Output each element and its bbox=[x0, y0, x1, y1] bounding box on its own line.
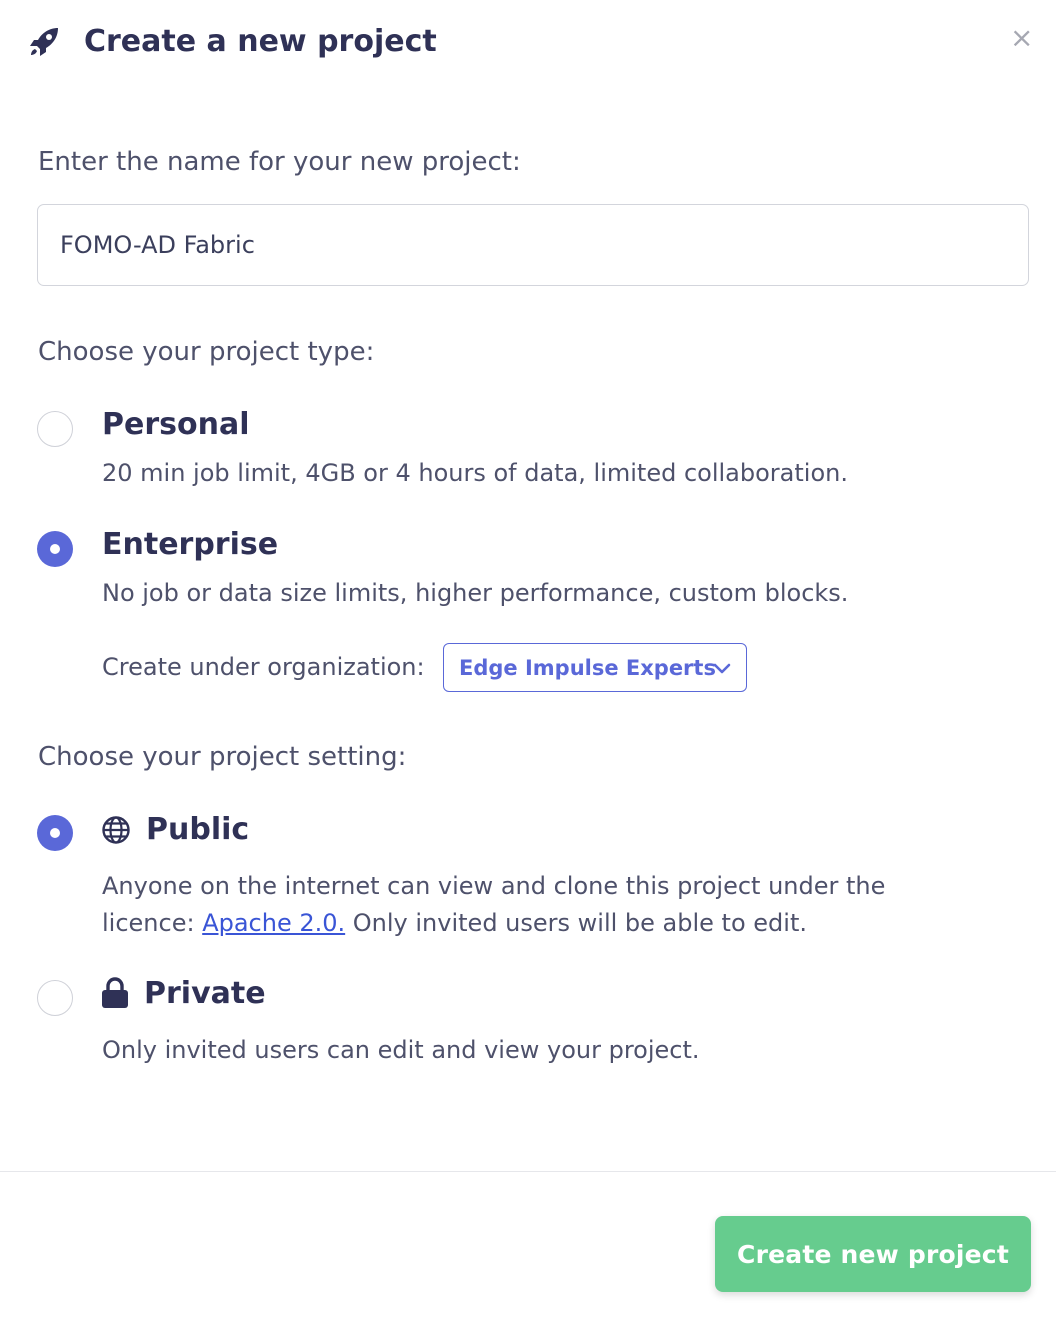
personal-radio[interactable] bbox=[37, 411, 73, 447]
chevron-down-icon bbox=[713, 663, 731, 674]
enterprise-radio[interactable] bbox=[37, 531, 73, 567]
personal-option-description: 20 min job limit, 4GB or 4 hours of data… bbox=[102, 459, 848, 487]
create-project-modal: Create a new project × Enter the name fo… bbox=[0, 0, 1056, 1330]
organization-select[interactable]: Edge Impulse Experts bbox=[443, 643, 747, 692]
project-name-label: Enter the name for your new project: bbox=[38, 147, 521, 177]
footer-divider bbox=[0, 1171, 1056, 1172]
globe-icon bbox=[102, 816, 130, 844]
personal-option-title: Personal bbox=[102, 407, 250, 442]
project-setting-label: Choose your project setting: bbox=[38, 742, 407, 772]
project-name-input[interactable] bbox=[37, 204, 1029, 286]
apache-license-link[interactable]: Apache 2.0. bbox=[202, 909, 345, 937]
public-option-description-line1: Anyone on the internet can view and clon… bbox=[102, 872, 886, 900]
private-radio[interactable] bbox=[37, 980, 73, 1016]
organization-select-value: Edge Impulse Experts bbox=[459, 656, 716, 680]
modal-title: Create a new project bbox=[84, 24, 437, 59]
lock-icon bbox=[102, 977, 128, 1008]
private-option-title: Private bbox=[144, 976, 266, 1011]
public-license-prefix: licence: bbox=[102, 909, 203, 937]
rocket-icon bbox=[30, 28, 58, 56]
public-radio[interactable] bbox=[37, 815, 73, 851]
close-icon[interactable]: × bbox=[1010, 24, 1033, 52]
public-option-title: Public bbox=[146, 812, 250, 847]
modal-header: Create a new project × bbox=[0, 0, 1056, 84]
private-option-description: Only invited users can edit and view you… bbox=[102, 1036, 700, 1064]
enterprise-option-title: Enterprise bbox=[102, 527, 279, 562]
project-type-label: Choose your project type: bbox=[38, 337, 375, 367]
public-option-description-line2: licence: Apache 2.0. Only invited users … bbox=[102, 905, 807, 942]
enterprise-option-description: No job or data size limits, higher perfo… bbox=[102, 579, 849, 607]
public-description-suffix: Only invited users will be able to edit. bbox=[345, 909, 807, 937]
organization-label: Create under organization: bbox=[102, 653, 425, 681]
create-project-button[interactable]: Create new project bbox=[715, 1216, 1031, 1292]
